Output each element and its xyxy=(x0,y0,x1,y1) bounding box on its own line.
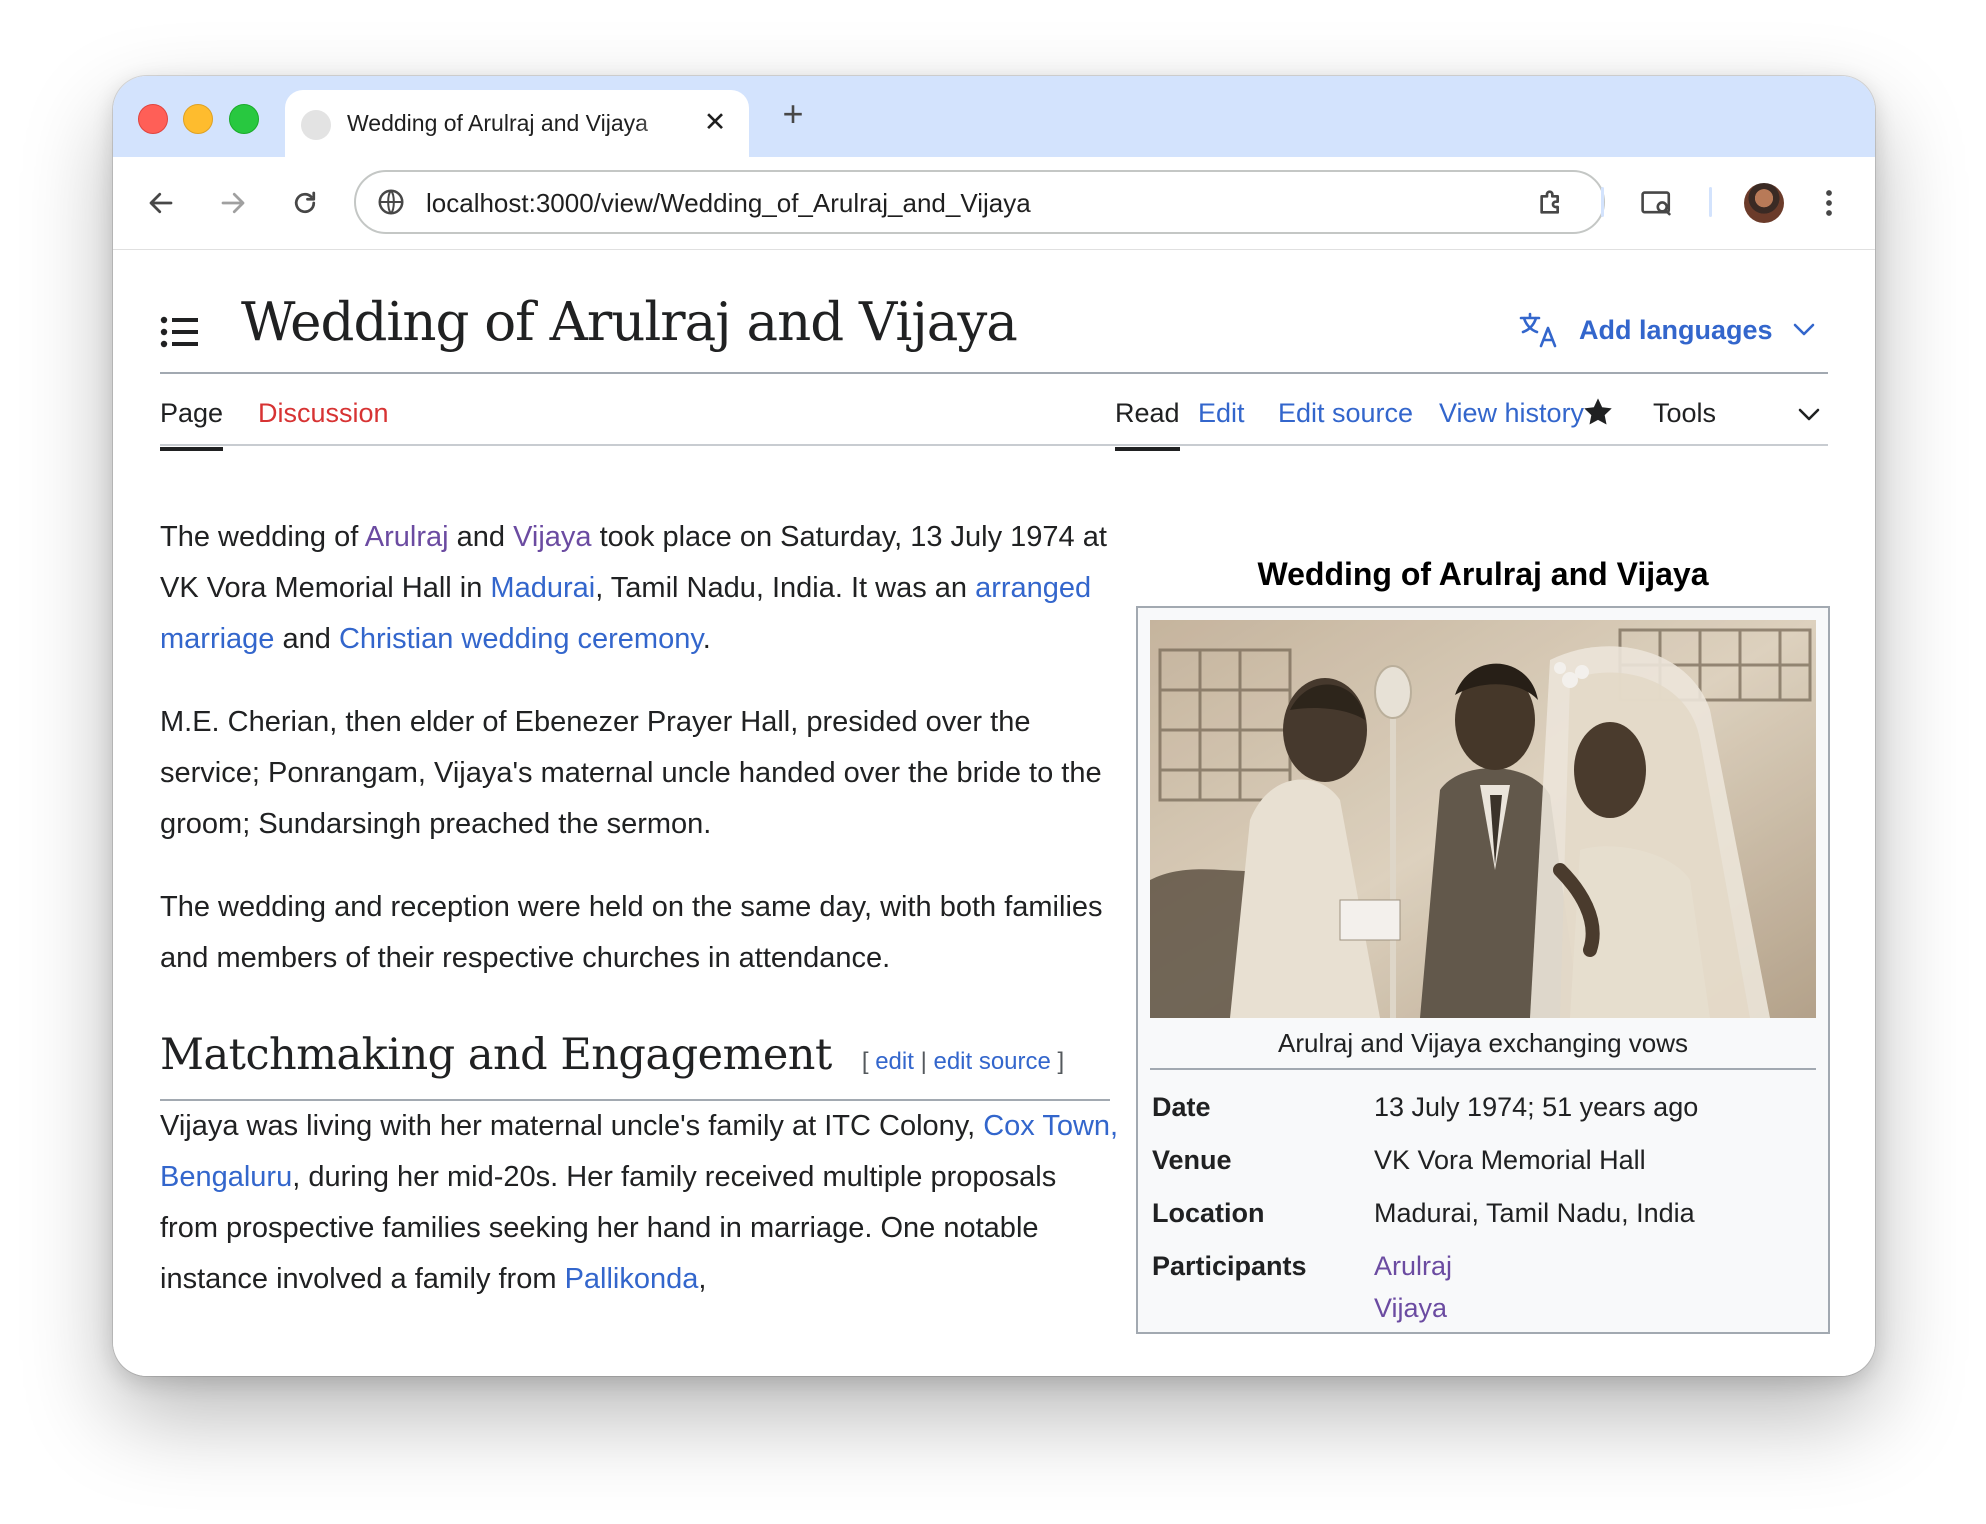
photo-caption: Arulraj and Vijaya exchanging vows xyxy=(1278,1028,1688,1058)
toolbar-divider xyxy=(1709,187,1712,217)
tab-tools[interactable]: Tools xyxy=(1653,398,1716,429)
infobox-link-arulraj[interactable]: Arulraj xyxy=(1374,1251,1452,1282)
infobox-label: Location xyxy=(1152,1198,1265,1228)
add-languages-button[interactable]: Add languages xyxy=(1519,312,1815,348)
infobox: Arulraj and Vijaya exchanging vows Date … xyxy=(1136,606,1830,1334)
bracket: ] xyxy=(1057,1048,1065,1075)
maximize-window-button[interactable] xyxy=(229,104,259,134)
page-tabs: Page Discussion Read Edit Edit source Vi… xyxy=(160,376,1828,451)
section-edit-source-link[interactable]: edit source xyxy=(933,1048,1050,1075)
chevron-down-icon xyxy=(1793,323,1814,336)
tab-title: Wedding of Arulraj and Vijaya xyxy=(347,110,648,136)
link-vijaya[interactable]: Vijaya xyxy=(513,521,591,553)
toolbar-divider xyxy=(1601,187,1604,217)
arrow-right-icon xyxy=(221,192,245,214)
tab-edit[interactable]: Edit xyxy=(1198,398,1245,429)
infobox-label: Participants xyxy=(1152,1251,1307,1281)
text: Vijaya was living with her maternal uncl… xyxy=(160,1110,984,1142)
favicon-icon xyxy=(301,110,331,140)
menu-button[interactable] xyxy=(1807,181,1851,225)
address-bar[interactable]: localhost:3000/view/Wedding_of_Arulraj_a… xyxy=(354,170,1605,234)
bracket: [ xyxy=(861,1048,869,1075)
separator: | xyxy=(920,1048,927,1075)
infobox-title: Wedding of Arulraj and Vijaya xyxy=(1257,556,1709,592)
infobox-label: Venue xyxy=(1152,1145,1232,1175)
infobox-link-vijaya[interactable]: Vijaya xyxy=(1374,1293,1447,1324)
tab-strip: Wedding of Arulraj and Vijaya ✕ + xyxy=(113,76,1875,157)
link-pallikonda[interactable]: Pallikonda xyxy=(565,1263,699,1295)
arrow-left-icon xyxy=(149,192,173,214)
infobox-value: Madurai, Tamil Nadu, India xyxy=(1374,1198,1695,1228)
tab-close-icon[interactable]: ✕ xyxy=(699,106,731,138)
table-of-contents-icon[interactable] xyxy=(160,314,198,350)
puzzle-icon xyxy=(1540,190,1559,214)
link-christian-wedding[interactable]: Christian wedding ceremony xyxy=(339,623,703,655)
page-title: Wedding of Arulraj and Vijaya xyxy=(241,292,1018,353)
tab-read[interactable]: Read xyxy=(1115,398,1180,451)
tab-view-history[interactable]: View history xyxy=(1439,398,1584,429)
infobox-value: 13 July 1974; 51 years ago xyxy=(1374,1092,1699,1122)
infobox-value: VK Vora Memorial Hall xyxy=(1374,1145,1646,1175)
wedding-photo[interactable] xyxy=(1150,620,1816,1018)
add-languages-label: Add languages xyxy=(1579,314,1773,345)
text: and xyxy=(448,521,514,553)
section-title: Matchmaking and Engagement xyxy=(160,1030,832,1080)
minimize-window-button[interactable] xyxy=(183,104,213,134)
translate-icon xyxy=(1519,312,1557,348)
wiki-page: Wedding of Arulraj and Vijaya Add langua… xyxy=(113,250,1875,1376)
paragraph-matchmaking: Vijaya was living with her maternal uncl… xyxy=(160,1101,1120,1305)
paragraph-service: M.E. Cherian, then elder of Ebenezer Pra… xyxy=(160,706,1102,840)
text: , Tamil Nadu, India. It was an xyxy=(595,572,976,604)
extensions-button[interactable] xyxy=(1529,181,1573,225)
browser-toolbar: localhost:3000/view/Wedding_of_Arulraj_a… xyxy=(113,157,1875,250)
title-divider xyxy=(160,372,1828,374)
chevron-down-icon[interactable] xyxy=(1798,408,1820,422)
section-edit-link[interactable]: edit xyxy=(875,1048,914,1075)
url-text: localhost:3000/view/Wedding_of_Arulraj_a… xyxy=(426,188,1031,218)
site-info-icon[interactable] xyxy=(376,187,406,217)
text: and xyxy=(274,623,339,655)
browser-tab[interactable]: Wedding of Arulraj and Vijaya ✕ xyxy=(285,90,749,157)
infobox-divider xyxy=(1150,1068,1816,1070)
tab-edit-source[interactable]: Edit source xyxy=(1278,398,1413,429)
profile-avatar[interactable] xyxy=(1744,183,1784,223)
text: The wedding of xyxy=(160,521,365,553)
browser-window: Wedding of Arulraj and Vijaya ✕ + localh… xyxy=(113,76,1875,1376)
back-button[interactable] xyxy=(139,181,183,225)
text: , xyxy=(698,1263,707,1295)
reload-button[interactable] xyxy=(283,181,327,225)
infobox-label: Date xyxy=(1152,1092,1211,1122)
screen-search-icon xyxy=(1641,191,1671,216)
paragraph-intro: The wedding of Arulraj and Vijaya took p… xyxy=(160,512,1120,665)
tab-discussion[interactable]: Discussion xyxy=(258,398,389,429)
tab-page[interactable]: Page xyxy=(160,398,224,451)
link-madurai[interactable]: Madurai xyxy=(490,572,595,604)
link-arulraj[interactable]: Arulraj xyxy=(365,521,449,553)
more-vertical-icon xyxy=(1826,190,1832,216)
article-body: The wedding of Arulraj and Vijaya took p… xyxy=(160,512,1120,1337)
star-icon[interactable] xyxy=(1582,396,1614,428)
forward-button[interactable] xyxy=(211,181,255,225)
reload-icon xyxy=(294,191,316,214)
section-heading: Matchmaking and Engagement [ edit | edit… xyxy=(160,1030,1110,1101)
wedding-photo-image xyxy=(1150,620,1816,1018)
paragraph-reception: The wedding and reception were held on t… xyxy=(160,891,1103,974)
text: . xyxy=(702,623,711,655)
close-window-button[interactable] xyxy=(138,104,168,134)
new-tab-button[interactable]: + xyxy=(773,94,813,134)
section-edit-links: [ edit | edit source ] xyxy=(862,1048,1064,1075)
cast-search-button[interactable] xyxy=(1635,181,1679,225)
